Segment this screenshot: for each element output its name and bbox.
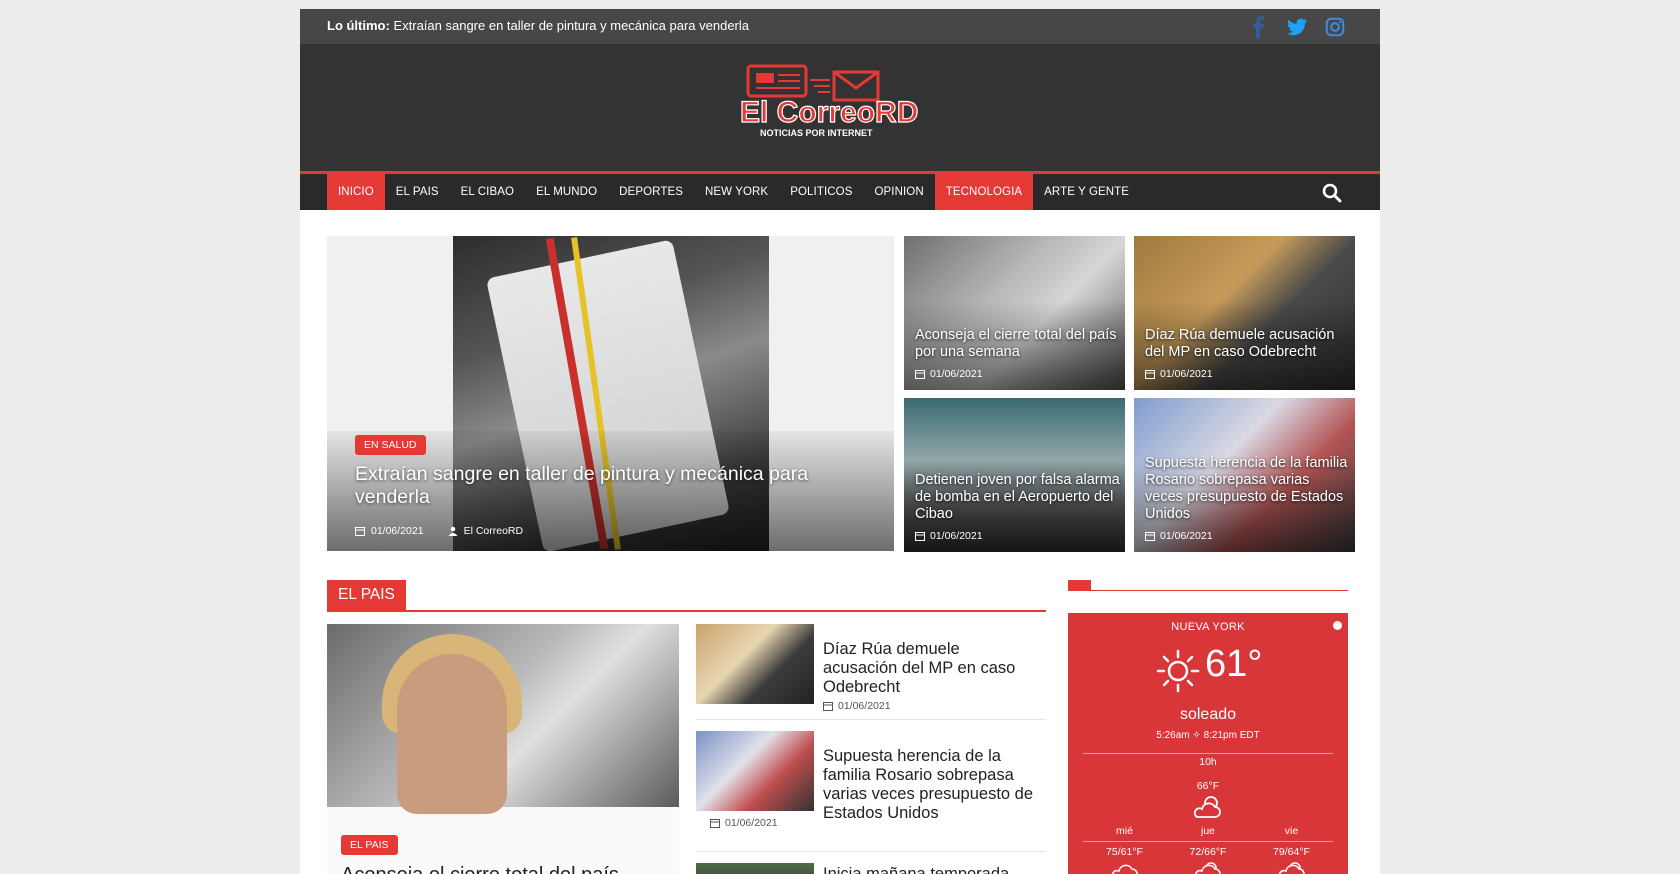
tile-title[interactable]: Supuesta herencia de la familia Rosario … (1145, 455, 1350, 523)
calendar-icon (355, 527, 365, 536)
list-item-title[interactable]: Supuesta herencia de la familia Rosario … (823, 747, 1038, 823)
tile-date[interactable]: 01/06/2021 (930, 530, 983, 542)
list-item-title[interactable]: Inicia mañana temporada (823, 865, 1038, 874)
calendar-icon (915, 532, 925, 541)
hero-date[interactable]: 01/06/2021 (371, 525, 424, 537)
list-item[interactable]: Inicia mañana temporada (696, 863, 1046, 874)
featured-tile[interactable]: Detienen joven por falsa alarma de bomba… (904, 398, 1125, 552)
featured-tile[interactable]: Díaz Rúa demuele acusación del MP en cas… (1134, 236, 1355, 390)
partly-cloudy-icon (1278, 862, 1305, 874)
weather-settings-icon[interactable] (1333, 621, 1342, 630)
tile-meta: 01/06/2021 (1145, 530, 1213, 542)
section-main-category[interactable]: EL PAIS (341, 835, 398, 855)
calendar-icon (915, 370, 925, 379)
calendar-icon (1145, 532, 1155, 541)
nav-item-opinion[interactable]: OPINION (863, 174, 934, 210)
list-item-title[interactable]: Díaz Rúa demuele acusación del MP en cas… (823, 640, 1038, 697)
tile-meta: 01/06/2021 (915, 368, 983, 380)
nav-item-el-cibao[interactable]: EL CIBAO (450, 174, 525, 210)
section-main-image[interactable] (327, 624, 679, 814)
latest-ticker[interactable]: Lo último: Extraían sangre en taller de … (327, 18, 749, 33)
hero-category-badge[interactable]: EN SALUD (355, 435, 426, 455)
tile-meta: 01/06/2021 (915, 530, 983, 542)
twitter-icon[interactable] (1286, 16, 1308, 38)
search-icon[interactable] (1322, 183, 1342, 203)
hero-author[interactable]: El CorreoRD (464, 525, 524, 537)
list-item-thumbnail[interactable] (696, 863, 814, 874)
weather-day-temp: 72/66°F (1189, 846, 1227, 858)
weather-day-temp: 79/64°F (1273, 846, 1310, 858)
cloud-icon (1111, 864, 1138, 874)
nav-item-new-york[interactable]: NEW YORK (694, 174, 779, 210)
nav-item-deportes[interactable]: DEPORTES (608, 174, 694, 210)
weather-day-temp: 75/61°F (1106, 846, 1143, 858)
tile-title[interactable]: Detienen joven por falsa alarma de bomba… (915, 472, 1120, 523)
user-icon (448, 526, 458, 536)
calendar-icon (1145, 370, 1155, 379)
featured-tile[interactable]: Supuesta herencia de la familia Rosario … (1134, 398, 1355, 552)
nav-item-el-pais[interactable]: EL PAIS (385, 174, 450, 210)
weather-day-icons (1083, 861, 1333, 874)
list-item-thumbnail[interactable] (696, 624, 814, 704)
tile-meta: 01/06/2021 (1145, 368, 1213, 380)
weather-day-name: jue (1200, 825, 1215, 837)
section-main-article[interactable]: EL PAIS Aconseja el cierre total del paí… (327, 624, 679, 874)
weather-temperature: 61° (1205, 643, 1263, 685)
section-title[interactable]: EL PAIS (327, 580, 406, 610)
logo-tagline: NOTICIAS POR INTERNET (760, 128, 873, 138)
widget-divider (1068, 590, 1348, 591)
list-item-date[interactable]: 01/06/2021 (725, 817, 778, 829)
list-item-thumbnail[interactable] (696, 731, 814, 811)
widget-title-marker (1068, 580, 1091, 590)
calendar-icon (823, 702, 833, 711)
weather-city: NUEVA YORK (1171, 621, 1245, 633)
nav-item-tecnologia[interactable]: TECNOLOGIA (934, 174, 1034, 210)
hero-title[interactable]: Extraían sangre en taller de pintura y m… (355, 463, 875, 509)
weather-hour: 10h (1199, 756, 1217, 768)
nav-menu: INICIO EL PAIS EL CIBAO EL MUNDO DEPORTES NEW… (327, 174, 1140, 210)
nav-item-arte-y-gente[interactable]: ARTE Y GENTE (1033, 174, 1140, 210)
section-header: EL PAIS (327, 580, 1046, 612)
nav-item-inicio[interactable]: INICIO (327, 174, 385, 210)
weather-widget: NUEVA YORK 61° soleado 5:26am ✧ 8:21pm E… (1068, 613, 1348, 874)
social-links (1248, 16, 1346, 38)
weather-day-name: vie (1284, 825, 1299, 837)
list-item[interactable]: Supuesta herencia de la familia Rosario … (696, 731, 1046, 852)
partly-cloudy-icon (1194, 862, 1221, 874)
latest-headline[interactable]: Extraían sangre en taller de pintura y m… (393, 18, 749, 33)
site-logo[interactable]: El CorreoRD NOTICIAS POR INTERNET (738, 64, 928, 144)
weather-condition: soleado (1179, 706, 1237, 723)
instagram-icon[interactable] (1324, 16, 1346, 38)
tile-title[interactable]: Díaz Rúa demuele acusación del MP en cas… (1145, 327, 1350, 361)
list-item-date[interactable]: 01/06/2021 (838, 700, 891, 712)
site-header: El CorreoRD NOTICIAS POR INTERNET (300, 44, 1380, 174)
page-container: Lo último: Extraían sangre en taller de … (300, 9, 1380, 874)
nav-item-el-mundo[interactable]: EL MUNDO (525, 174, 608, 210)
weather-day-temps: 75/61°F 72/66°F 79/64°F (1083, 846, 1333, 858)
calendar-icon (710, 819, 720, 828)
hero-meta: 01/06/2021 El CorreoRD (355, 525, 523, 537)
featured-tile[interactable]: Aconseja el cierre total del país por un… (904, 236, 1125, 390)
main-nav: INICIO EL PAIS EL CIBAO EL MUNDO DEPORTES NEW… (300, 174, 1380, 210)
latest-label: Lo último: (327, 18, 390, 33)
tile-date[interactable]: 01/06/2021 (1160, 530, 1213, 542)
weather-days: mié jue vie (1083, 825, 1333, 839)
logo-wordmark: El CorreoRD (740, 96, 918, 129)
section-main-title[interactable]: Aconseja el cierre total del país (341, 864, 671, 874)
partly-cloudy-icon (1193, 796, 1221, 818)
weather-hour-temp: 66°F (1196, 780, 1220, 792)
facebook-icon[interactable] (1248, 16, 1270, 38)
weather-sun-times: 5:26am ✧ 8:21pm EDT (1156, 730, 1260, 741)
list-item-meta: 01/06/2021 (823, 700, 891, 712)
nav-item-politicos[interactable]: POLITICOS (779, 174, 863, 210)
weather-day-name: mié (1116, 825, 1133, 837)
tile-date[interactable]: 01/06/2021 (930, 368, 983, 380)
top-bar: Lo último: Extraían sangre en taller de … (300, 9, 1380, 44)
hero-article[interactable]: EN SALUD Extraían sangre en taller de pi… (327, 236, 894, 551)
sun-icon (1156, 649, 1200, 693)
tile-date[interactable]: 01/06/2021 (1160, 368, 1213, 380)
list-item-meta: 01/06/2021 (710, 817, 778, 829)
tile-title[interactable]: Aconseja el cierre total del país por un… (915, 327, 1120, 361)
list-item[interactable]: Díaz Rúa demuele acusación del MP en cas… (696, 624, 1046, 720)
